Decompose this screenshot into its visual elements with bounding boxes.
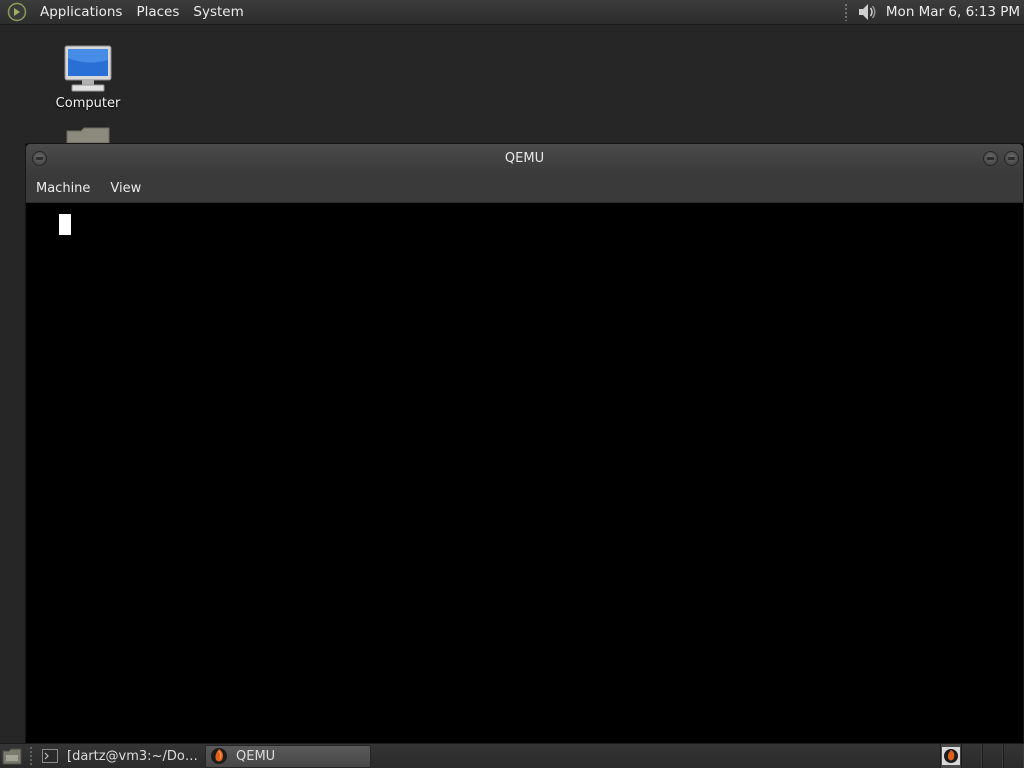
window-menubar: Machine View xyxy=(26,174,1023,203)
view-menu[interactable]: View xyxy=(104,174,147,203)
taskbar-handle[interactable] xyxy=(29,746,33,766)
top-panel: Applications Places System Mon Mar 6, 6:… xyxy=(0,0,1024,25)
places-menu[interactable]: Places xyxy=(129,0,186,25)
top-panel-tray: Mon Mar 6, 6:13 PM xyxy=(843,0,1024,25)
task-label: [dartz@vm3:~/Dow… xyxy=(67,748,203,764)
maximize-button[interactable] xyxy=(1004,151,1019,166)
vm-display[interactable] xyxy=(26,203,1023,744)
workspace-switcher xyxy=(940,743,1024,768)
top-menubar: Applications Places System xyxy=(33,0,251,25)
desktop-screen: Applications Places System Mon Mar 6, 6:… xyxy=(0,0,1024,768)
task-qemu[interactable]: QEMU xyxy=(205,744,371,768)
task-label: QEMU xyxy=(236,748,276,764)
workspace-2[interactable] xyxy=(961,743,982,768)
workspace-3[interactable] xyxy=(982,743,1003,768)
clock[interactable]: Mon Mar 6, 6:13 PM xyxy=(886,4,1020,20)
workspace-4[interactable] xyxy=(1003,743,1024,768)
panel-handle[interactable] xyxy=(843,3,848,21)
folder-icon xyxy=(66,127,110,143)
task-terminal[interactable]: [dartz@vm3:~/Dow… xyxy=(37,745,203,768)
bottom-panel: [dartz@vm3:~/Dow… QEMU xyxy=(0,743,1024,768)
qemu-window: QEMU Machine View xyxy=(25,143,1024,744)
window-title: QEMU xyxy=(504,151,545,166)
qemu-icon xyxy=(210,747,228,765)
terminal-icon xyxy=(41,747,59,765)
machine-menu[interactable]: Machine xyxy=(30,174,96,203)
text-cursor xyxy=(59,214,71,235)
desktop-icon-folder[interactable] xyxy=(43,127,133,143)
system-menu[interactable]: System xyxy=(186,0,250,25)
speaker-volume-icon[interactable] xyxy=(856,1,878,23)
desktop-icon-label: Computer xyxy=(55,96,121,111)
minimize-button[interactable] xyxy=(983,151,998,166)
qemu-icon xyxy=(941,747,960,765)
desktop-icon-computer[interactable]: Computer xyxy=(43,44,133,111)
show-desktop-icon[interactable] xyxy=(1,745,23,767)
computer-monitor-icon xyxy=(64,45,112,92)
workspace-1[interactable] xyxy=(940,743,961,768)
distro-logo-icon[interactable] xyxy=(7,2,27,22)
applications-menu[interactable]: Applications xyxy=(33,0,129,25)
window-titlebar[interactable]: QEMU xyxy=(26,144,1023,174)
